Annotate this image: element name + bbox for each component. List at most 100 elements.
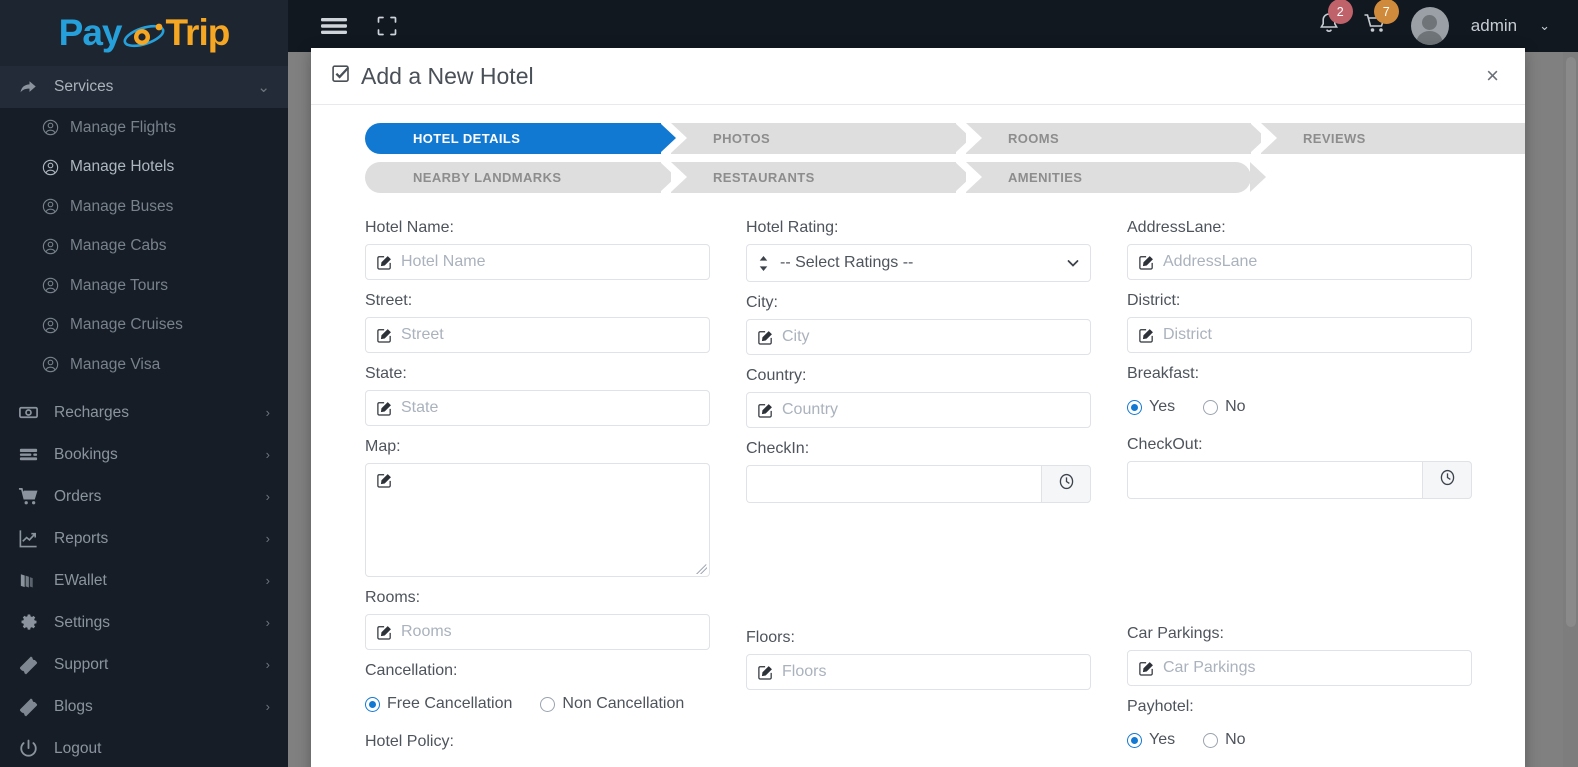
checkin-time-group bbox=[746, 465, 1091, 503]
topbar-right-group: 2 7 admin ⌄ bbox=[1317, 0, 1578, 45]
page-scrollbar-thumb[interactable] bbox=[1566, 57, 1576, 627]
state-placeholder: State bbox=[401, 399, 439, 416]
sidebar-item-reports[interactable]: Reports › bbox=[0, 518, 288, 560]
state-label: State: bbox=[365, 365, 407, 382]
cart-button[interactable]: 7 bbox=[1363, 0, 1399, 41]
sidebar-item-support[interactable]: Support › bbox=[0, 644, 288, 686]
breakfast-option-yes[interactable]: Yes bbox=[1127, 398, 1175, 416]
state-input[interactable]: State bbox=[365, 390, 710, 426]
sidebar-item-manage-visa[interactable]: Manage Visa bbox=[0, 345, 288, 385]
sidebar-item-services[interactable]: Services ⌄ bbox=[0, 66, 288, 108]
field-breakfast: Breakfast: Yes No bbox=[1127, 365, 1472, 424]
field-cancellation: Cancellation: Free Cancellation Non Canc… bbox=[365, 662, 710, 721]
sidebar-item-manage-buses[interactable]: Manage Buses bbox=[0, 187, 288, 227]
chevron-right-icon: › bbox=[265, 615, 270, 630]
floors-input[interactable]: Floors bbox=[746, 654, 1091, 690]
tab-hotel-details[interactable]: HOTEL DETAILS bbox=[365, 123, 676, 154]
expand-fullscreen-icon[interactable] bbox=[376, 15, 398, 37]
page-scrollbar-track[interactable] bbox=[1563, 52, 1578, 767]
sidebar-item-settings[interactable]: Settings › bbox=[0, 602, 288, 644]
sidebar-item-manage-tours[interactable]: Manage Tours bbox=[0, 266, 288, 306]
checkin-clock-button[interactable] bbox=[1041, 465, 1091, 503]
hotel-name-input[interactable]: Hotel Name bbox=[365, 244, 710, 280]
notifications-button[interactable]: 2 bbox=[1317, 0, 1353, 41]
sidebar-item-manage-cabs[interactable]: Manage Cabs bbox=[0, 227, 288, 267]
sidebar-item-label: Manage Hotels bbox=[70, 158, 175, 176]
city-input[interactable]: City bbox=[746, 319, 1091, 355]
radio-indicator[interactable] bbox=[1203, 399, 1219, 415]
field-address-lane: AddressLane: AddressLane bbox=[1127, 219, 1472, 280]
modal-body: HOTEL DETAILS PHOTOS ROOMS REVIEWS NEARB… bbox=[311, 105, 1525, 758]
tab-photos[interactable]: PHOTOS bbox=[671, 123, 971, 154]
country-input[interactable]: Country bbox=[746, 392, 1091, 428]
radio-indicator[interactable] bbox=[1127, 399, 1142, 415]
close-icon[interactable]: × bbox=[1486, 65, 1499, 87]
brand-text-trip: Trip bbox=[165, 11, 231, 53]
country-label: Country: bbox=[746, 367, 807, 384]
form-column-3: AddressLane: AddressLane District: Distr… bbox=[1127, 207, 1508, 758]
street-placeholder: Street bbox=[401, 326, 444, 343]
breakfast-radio-group: Yes No bbox=[1127, 390, 1472, 424]
sidebar-item-label: Manage Cruises bbox=[70, 316, 183, 334]
application-root: Pay Trip Services ⌄ Manage Flights Manage… bbox=[0, 0, 1578, 767]
cancellation-radio-group: Free Cancellation Non Cancellation bbox=[365, 687, 710, 721]
cancellation-option-free[interactable]: Free Cancellation bbox=[365, 695, 512, 713]
radio-indicator[interactable] bbox=[1203, 732, 1219, 748]
sidebar-item-ewallet[interactable]: EWallet › bbox=[0, 560, 288, 602]
cancellation-option-non[interactable]: Non Cancellation bbox=[540, 695, 684, 713]
radio-indicator[interactable] bbox=[540, 696, 556, 712]
tab-restaurants[interactable]: RESTAURANTS bbox=[671, 162, 971, 193]
radio-indicator[interactable] bbox=[1127, 732, 1142, 748]
clock-icon bbox=[1057, 472, 1076, 496]
sidebar-item-recharges[interactable]: Recharges › bbox=[0, 392, 288, 434]
tab-rooms[interactable]: ROOMS bbox=[966, 123, 1266, 154]
sidebar-item-blogs[interactable]: Blogs › bbox=[0, 686, 288, 728]
radio-indicator[interactable] bbox=[365, 696, 380, 712]
street-input[interactable]: Street bbox=[365, 317, 710, 353]
payhotel-option-no[interactable]: No bbox=[1203, 731, 1246, 749]
checkout-input[interactable] bbox=[1127, 461, 1422, 499]
user-menu-label[interactable]: admin bbox=[1471, 16, 1517, 36]
tab-amenities[interactable]: AMENITIES bbox=[966, 162, 1266, 193]
textarea-resize-handle[interactable] bbox=[695, 562, 707, 574]
user-circle-icon bbox=[42, 356, 70, 373]
sidebar-item-logout[interactable]: Logout bbox=[0, 728, 288, 767]
car-parkings-input[interactable]: Car Parkings bbox=[1127, 650, 1472, 686]
field-floors: Floors: Floors bbox=[746, 629, 1091, 690]
sidebar-item-manage-cruises[interactable]: Manage Cruises bbox=[0, 306, 288, 346]
pencil-square-icon bbox=[1138, 327, 1155, 344]
pencil-square-icon bbox=[1138, 254, 1155, 271]
hamburger-menu-icon[interactable] bbox=[320, 15, 348, 37]
field-rooms: Rooms: Rooms bbox=[365, 589, 710, 650]
rooms-input[interactable]: Rooms bbox=[365, 614, 710, 650]
user-circle-icon bbox=[42, 119, 70, 136]
checkin-input[interactable] bbox=[746, 465, 1041, 503]
hotel-policy-label: Hotel Policy: bbox=[365, 733, 454, 750]
rooms-placeholder: Rooms bbox=[401, 623, 452, 640]
tab-nearby-landmarks[interactable]: NEARBY LANDMARKS bbox=[365, 162, 676, 193]
brand-text-pay: Pay bbox=[58, 11, 123, 53]
tab-reviews[interactable]: REVIEWS bbox=[1261, 123, 1525, 154]
tab-label: RESTAURANTS bbox=[713, 170, 815, 185]
checkin-label: CheckIn: bbox=[746, 440, 810, 457]
payhotel-radio-group: Yes No bbox=[1127, 723, 1472, 757]
district-input[interactable]: District bbox=[1127, 317, 1472, 353]
checkout-clock-button[interactable] bbox=[1422, 461, 1472, 499]
sidebar-item-manage-flights[interactable]: Manage Flights bbox=[0, 108, 288, 148]
breakfast-option-no[interactable]: No bbox=[1203, 398, 1246, 416]
sidebar-item-bookings[interactable]: Bookings › bbox=[0, 434, 288, 476]
brand-logo[interactable]: Pay Trip bbox=[0, 0, 288, 66]
avatar[interactable] bbox=[1410, 7, 1449, 45]
chevron-right-icon: › bbox=[265, 489, 270, 504]
hotel-rating-select[interactable]: -- Select Ratings -- bbox=[746, 244, 1091, 282]
avatar-body bbox=[1416, 31, 1444, 45]
sidebar-item-manage-hotels[interactable]: Manage Hotels bbox=[0, 148, 288, 188]
payhotel-option-yes[interactable]: Yes bbox=[1127, 731, 1175, 749]
ticket-icon bbox=[18, 654, 48, 675]
sidebar-item-orders[interactable]: Orders › bbox=[0, 476, 288, 518]
field-checkout: CheckOut: bbox=[1127, 436, 1472, 613]
chevron-down-icon[interactable]: ⌄ bbox=[1539, 18, 1550, 34]
map-textarea[interactable] bbox=[365, 463, 710, 577]
field-hotel-policy: Hotel Policy: bbox=[365, 733, 710, 751]
address-lane-input[interactable]: AddressLane bbox=[1127, 244, 1472, 280]
